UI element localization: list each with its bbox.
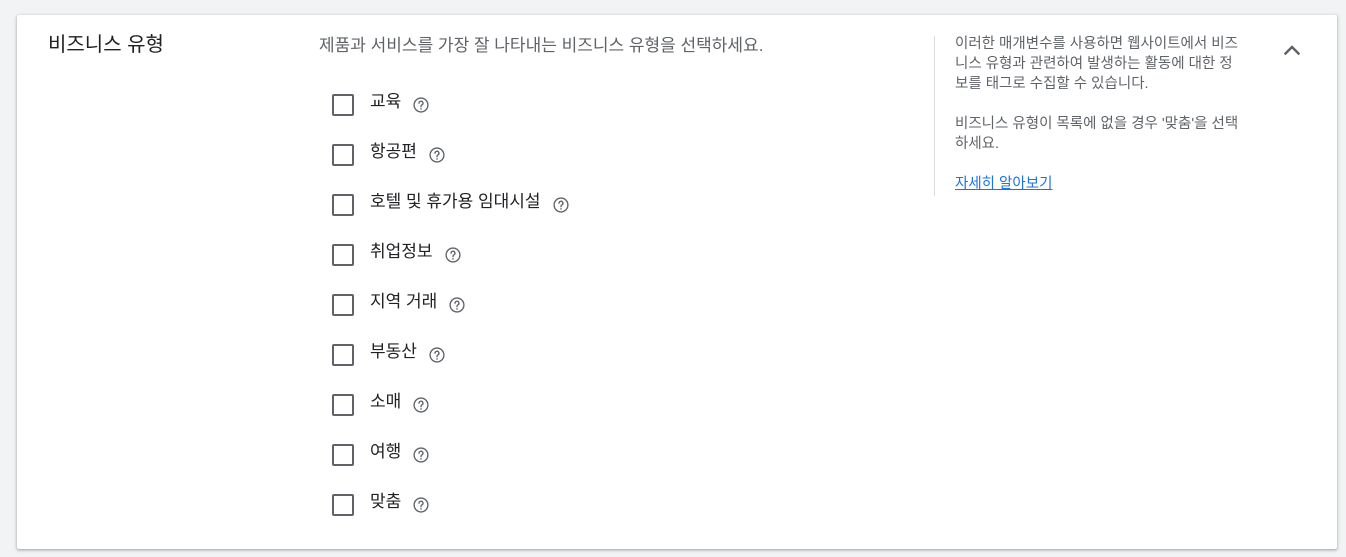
option-label: 소매 — [370, 392, 402, 411]
option-label: 지역 거래 — [370, 292, 438, 311]
help-side-panel: 이러한 매개변수를 사용하면 웹사이트에서 비즈니스 유형과 관련하여 발생하는… — [955, 34, 1245, 194]
help-circle-icon[interactable] — [428, 346, 446, 364]
business-type-option-retail[interactable]: 소매 — [332, 380, 570, 430]
checkbox[interactable] — [332, 494, 354, 516]
business-type-option-education[interactable]: 교육 — [332, 80, 570, 130]
checkbox[interactable] — [332, 144, 354, 166]
help-circle-icon[interactable] — [444, 246, 462, 264]
business-type-option-local-deals[interactable]: 지역 거래 — [332, 280, 570, 330]
option-label: 호텔 및 휴가용 임대시설 — [370, 192, 541, 211]
learn-more-link[interactable]: 자세히 알아보기 — [955, 176, 1052, 192]
business-type-option-real-estate[interactable]: 부동산 — [332, 330, 570, 380]
collapse-button[interactable] — [1279, 37, 1305, 63]
help-circle-icon[interactable] — [428, 146, 446, 164]
business-type-option-travel[interactable]: 여행 — [332, 430, 570, 480]
help-circle-icon[interactable] — [412, 96, 430, 114]
help-circle-icon[interactable] — [412, 496, 430, 514]
section-title: 비즈니스 유형 — [48, 34, 164, 56]
option-label: 여행 — [370, 442, 402, 461]
business-type-option-jobs[interactable]: 취업정보 — [332, 230, 570, 280]
help-paragraph-2: 비즈니스 유형이 목록에 없을 경우 '맞춤'을 선택하세요. — [955, 116, 1239, 152]
chevron-up-icon — [1280, 38, 1304, 62]
vertical-divider — [934, 36, 935, 196]
checkbox[interactable] — [332, 94, 354, 116]
checkbox[interactable] — [332, 244, 354, 266]
checkbox[interactable] — [332, 294, 354, 316]
checkbox[interactable] — [332, 394, 354, 416]
option-label: 맞춤 — [370, 492, 402, 511]
business-type-list: 교육 항공편 호텔 및 휴가용 임대시설 취업정보 지역 거래 부동산 소매 여… — [332, 80, 570, 530]
help-circle-icon[interactable] — [448, 296, 466, 314]
help-circle-icon[interactable] — [552, 196, 570, 214]
option-label: 항공편 — [370, 142, 417, 161]
business-type-option-flights[interactable]: 항공편 — [332, 130, 570, 180]
checkbox[interactable] — [332, 194, 354, 216]
help-circle-icon[interactable] — [412, 446, 430, 464]
help-circle-icon[interactable] — [412, 396, 430, 414]
option-label: 부동산 — [370, 342, 417, 361]
business-type-option-hotels[interactable]: 호텔 및 휴가용 임대시설 — [332, 180, 570, 230]
business-type-option-custom[interactable]: 맞춤 — [332, 480, 570, 530]
option-label: 교육 — [370, 92, 402, 111]
option-label: 취업정보 — [370, 242, 433, 261]
business-type-card: 비즈니스 유형 제품과 서비스를 가장 잘 나타내는 비즈니스 유형을 선택하세… — [17, 15, 1337, 549]
checkbox[interactable] — [332, 444, 354, 466]
help-paragraph-1: 이러한 매개변수를 사용하면 웹사이트에서 비즈니스 유형과 관련하여 발생하는… — [955, 36, 1238, 92]
section-description: 제품과 서비스를 가장 잘 나타내는 비즈니스 유형을 선택하세요. — [319, 36, 764, 55]
checkbox[interactable] — [332, 344, 354, 366]
